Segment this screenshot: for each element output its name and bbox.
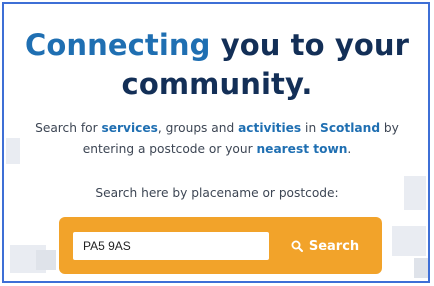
search-button[interactable]: Search: [279, 232, 371, 260]
desc-text: , groups and: [157, 121, 239, 135]
search-panel: Search: [59, 217, 382, 274]
search-input[interactable]: [73, 232, 269, 260]
page-title: Connecting you to your community.: [10, 26, 424, 104]
keyword-scotland: Scotland: [320, 121, 381, 135]
desc-text: Search for: [35, 121, 102, 135]
keyword-nearest-town: nearest town: [256, 142, 348, 156]
background-tile: [392, 226, 426, 256]
search-button-label: Search: [308, 238, 360, 254]
title-line2: community.: [121, 67, 313, 101]
background-tile: [36, 250, 56, 270]
background-tile: [6, 138, 20, 164]
search-icon: [291, 240, 303, 252]
desc-text: in: [301, 121, 321, 135]
keyword-activities: activities: [238, 121, 302, 135]
title-line1-rest: you to your: [210, 28, 410, 62]
search-description: Search for services, groups and activiti…: [20, 118, 414, 160]
search-prompt: Search here by placename or postcode:: [95, 186, 339, 200]
background-tile: [414, 258, 428, 278]
title-highlight: Connecting: [24, 28, 211, 62]
desc-text: .: [347, 142, 352, 156]
keyword-services: services: [101, 121, 158, 135]
